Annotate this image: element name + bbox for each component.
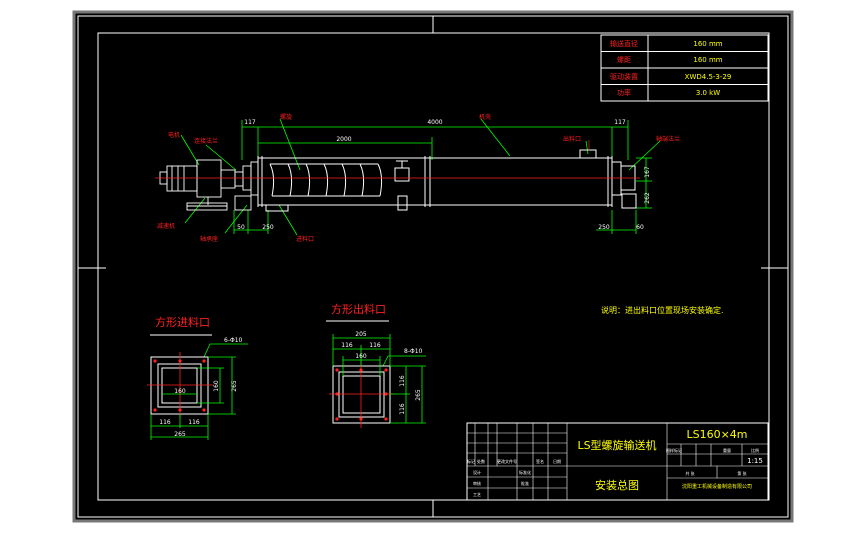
outlet-dim-116-r2: 116 — [399, 403, 406, 415]
tb-scale: 1:15 — [747, 457, 763, 465]
tb-product: LS型螺旋输送机 — [577, 438, 656, 452]
label-housing: 机壳 — [479, 113, 491, 121]
inlet-hole-spec: 6-Φ10 — [224, 337, 243, 344]
inlet-dim-265: 265 — [174, 431, 186, 438]
tb-small-8: 签名 — [536, 458, 544, 464]
label-spiral: 螺旋 — [280, 113, 292, 121]
label-motor: 电机 — [168, 131, 180, 139]
inlet-dim-160-w: 160 — [174, 388, 186, 395]
tb-small-7: 更改文件号 — [497, 458, 517, 464]
label-bearing-seat: 轴承座 — [200, 235, 218, 243]
inlet-dim-116-a: 116 — [159, 419, 171, 426]
param-label-3: 功率 — [617, 88, 631, 97]
param-value-0: 160 mm — [693, 40, 722, 48]
dim-167: 167 — [644, 166, 651, 178]
tb-drawing: 安装总图 — [595, 478, 639, 492]
dim-250-a: 250 — [262, 224, 274, 231]
tb-small-6: 处数 — [477, 458, 485, 464]
param-value-1: 160 mm — [693, 56, 722, 64]
tb-small-14: 批准 — [521, 480, 529, 486]
dim-left-117: 117 — [244, 119, 256, 126]
inlet-dim-160-h: 160 — [213, 380, 220, 392]
outlet-dim-116-b: 116 — [369, 342, 381, 349]
outlet-dim-160: 160 — [355, 353, 367, 360]
dim-250-b: 250 — [598, 224, 610, 231]
dim-overall: 4000 — [427, 119, 442, 126]
tb-company: 沈阳重工机械设备制造有限公司 — [682, 483, 752, 490]
dim-262: 262 — [644, 192, 651, 204]
tb-small-13: 标准化 — [519, 469, 531, 475]
tb-small-12: 工艺 — [473, 492, 481, 497]
tb-small-1: 重量 — [723, 447, 731, 453]
param-value-2: XWD4.5-3-29 — [685, 73, 732, 81]
dim-inner: 2000 — [336, 136, 351, 143]
note-text: 说明：进出料口位置现场安装确定. — [601, 305, 724, 315]
inlet-dim-116-b: 116 — [188, 419, 200, 426]
tb-model: LS160×4m — [686, 428, 747, 441]
dim-right-117: 117 — [614, 119, 626, 126]
outlet-dim-116-a: 116 — [341, 342, 353, 349]
outlet-dim-116-r1: 116 — [399, 375, 406, 387]
tb-small-10: 设计 — [473, 469, 481, 475]
dim-60: 60 — [636, 224, 644, 231]
label-coupling: 连接法兰 — [194, 137, 218, 145]
param-label-0: 输送直径 — [610, 39, 638, 48]
label-inlet: 进料口 — [296, 235, 314, 243]
tb-small-0: 图样标记 — [666, 447, 682, 453]
param-value-3: 3.0 kW — [696, 89, 720, 97]
tb-small-5: 标记 — [467, 458, 475, 464]
label-reducer: 减速机 — [157, 222, 175, 230]
outlet-dim-265: 265 — [415, 389, 422, 401]
tb-small-11: 审核 — [473, 480, 481, 486]
tb-small-4: 第 张 — [737, 470, 746, 476]
label-end-flange: 轴端法兰 — [656, 135, 680, 143]
param-label-1: 螺距 — [617, 55, 631, 64]
tb-small-3: 共 张 — [685, 470, 694, 476]
inlet-dim-265-h: 265 — [231, 380, 238, 392]
tb-small-2: 比例 — [751, 447, 759, 453]
param-label-2: 驱动装置 — [610, 72, 638, 81]
dim-50: 50 — [237, 224, 245, 231]
label-outlet: 出料口 — [563, 135, 581, 143]
inlet-title: 方形进料口 — [155, 315, 210, 329]
drawing-sheet — [72, 10, 794, 523]
tb-small-9: 日期 — [553, 458, 561, 464]
outlet-hole-spec: 8-Φ10 — [404, 348, 423, 355]
outlet-dim-205: 205 — [355, 331, 367, 338]
outlet-title: 方形出料口 — [331, 302, 386, 316]
